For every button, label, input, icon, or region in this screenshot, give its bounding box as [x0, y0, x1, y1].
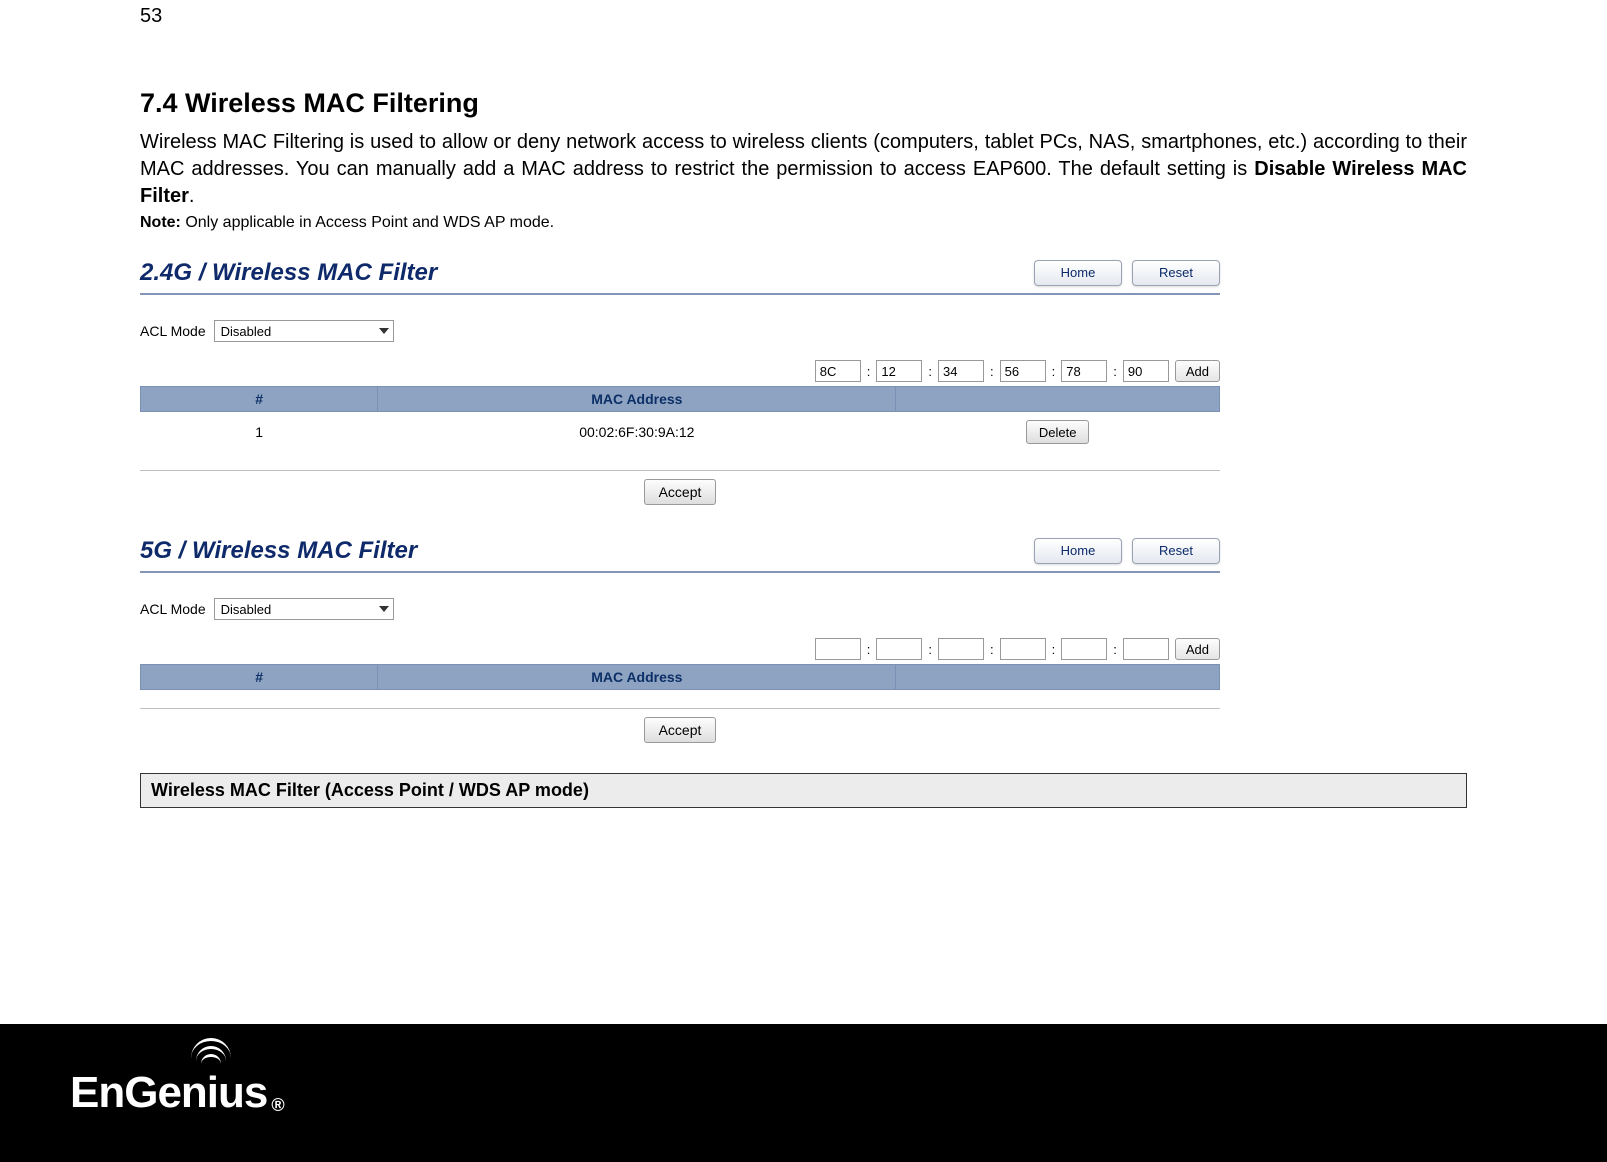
- footer-bar: EnGen i us®: [0, 1024, 1607, 1162]
- table-header-row: # MAC Address: [141, 665, 1220, 690]
- mac-octet-1[interactable]: [815, 638, 861, 660]
- panel-24g: 2.4G / Wireless MAC Filter Home Reset AC…: [140, 257, 1220, 505]
- row-mac: 00:02:6F:30:9A:12: [378, 412, 896, 453]
- table-header-row: # MAC Address: [141, 387, 1220, 412]
- accept-row-5g: Accept: [140, 717, 1220, 743]
- registered-icon: ®: [271, 1095, 283, 1116]
- mac-sep: :: [1052, 642, 1056, 657]
- panel-5g: 5G / Wireless MAC Filter Home Reset ACL …: [140, 535, 1220, 743]
- note-label: Note:: [140, 214, 181, 231]
- mac-octet-1[interactable]: [815, 360, 861, 382]
- body-post: .: [189, 185, 195, 207]
- mac-table-5g: # MAC Address: [140, 664, 1220, 690]
- body-paragraph: Wireless MAC Filtering is used to allow …: [140, 129, 1467, 210]
- mac-input-row-5g: : : : : : Add: [140, 638, 1220, 660]
- page: 53 7.4 Wireless MAC Filtering Wireless M…: [0, 0, 1607, 1162]
- th-mac: MAC Address: [378, 387, 896, 412]
- mac-sep: :: [867, 364, 871, 379]
- mac-octet-5[interactable]: [1061, 360, 1107, 382]
- acl-row-5g: ACL Mode Disabled: [140, 598, 1220, 620]
- divider: [140, 470, 1220, 471]
- divider: [140, 708, 1220, 709]
- panel-title-24g: 2.4G / Wireless MAC Filter: [140, 259, 437, 287]
- note-body: Only applicable in Access Point and WDS …: [181, 214, 554, 231]
- note: Note: Only applicable in Access Point an…: [140, 214, 1467, 232]
- engenius-logo: EnGen i us®: [70, 1068, 280, 1118]
- mac-table-24g: # MAC Address 1 00:02:6F:30:9A:12 Delete: [140, 386, 1220, 452]
- acl-mode-label: ACL Mode: [140, 323, 206, 339]
- accept-row-24g: Accept: [140, 479, 1220, 505]
- page-number: 53: [140, 5, 1467, 28]
- home-button[interactable]: Home: [1034, 538, 1122, 564]
- mac-sep: :: [990, 364, 994, 379]
- accept-button[interactable]: Accept: [644, 717, 717, 743]
- mac-sep: :: [867, 642, 871, 657]
- mac-sep: :: [928, 642, 932, 657]
- acl-mode-label: ACL Mode: [140, 601, 206, 617]
- chevron-down-icon: [379, 328, 389, 334]
- th-action: [896, 387, 1220, 412]
- th-action: [896, 665, 1220, 690]
- th-number: #: [141, 387, 378, 412]
- acl-mode-select[interactable]: Disabled: [214, 320, 394, 342]
- mac-octet-3[interactable]: [938, 360, 984, 382]
- mac-octet-6[interactable]: [1123, 638, 1169, 660]
- row-number: 1: [141, 412, 378, 453]
- panel-buttons-24g: Home Reset: [1034, 260, 1220, 286]
- acl-mode-select[interactable]: Disabled: [214, 598, 394, 620]
- panel-buttons-5g: Home Reset: [1034, 538, 1220, 564]
- panel-header-24g: 2.4G / Wireless MAC Filter Home Reset: [140, 257, 1220, 295]
- accept-button[interactable]: Accept: [644, 479, 717, 505]
- th-number: #: [141, 665, 378, 690]
- mac-input-row-24g: : : : : : Add: [140, 360, 1220, 382]
- mac-octet-4[interactable]: [1000, 638, 1046, 660]
- add-button[interactable]: Add: [1175, 638, 1220, 660]
- mac-octet-5[interactable]: [1061, 638, 1107, 660]
- logo-text-post: us: [218, 1068, 267, 1118]
- add-button[interactable]: Add: [1175, 360, 1220, 382]
- reset-button[interactable]: Reset: [1132, 538, 1220, 564]
- mac-sep: :: [1113, 364, 1117, 379]
- row-action: Delete: [896, 412, 1220, 453]
- mac-sep: :: [990, 642, 994, 657]
- reset-button[interactable]: Reset: [1132, 260, 1220, 286]
- panel-header-5g: 5G / Wireless MAC Filter Home Reset: [140, 535, 1220, 573]
- mac-sep: :: [928, 364, 932, 379]
- acl-mode-value: Disabled: [221, 324, 272, 339]
- acl-row-24g: ACL Mode Disabled: [140, 320, 1220, 342]
- th-mac: MAC Address: [378, 665, 896, 690]
- mac-octet-2[interactable]: [876, 360, 922, 382]
- acl-mode-value: Disabled: [221, 602, 272, 617]
- home-button[interactable]: Home: [1034, 260, 1122, 286]
- mac-octet-4[interactable]: [1000, 360, 1046, 382]
- logo-text-i: i: [207, 1068, 218, 1117]
- logo-text-pre: EnGen: [70, 1068, 207, 1118]
- mac-octet-2[interactable]: [876, 638, 922, 660]
- mac-sep: :: [1113, 642, 1117, 657]
- content-area: 53 7.4 Wireless MAC Filtering Wireless M…: [0, 0, 1607, 808]
- mac-octet-3[interactable]: [938, 638, 984, 660]
- section-heading: 7.4 Wireless MAC Filtering: [140, 88, 1467, 119]
- chevron-down-icon: [379, 606, 389, 612]
- panel-title-5g: 5G / Wireless MAC Filter: [140, 537, 417, 565]
- table-row: 1 00:02:6F:30:9A:12 Delete: [141, 412, 1220, 453]
- delete-button[interactable]: Delete: [1026, 420, 1090, 444]
- mac-sep: :: [1052, 364, 1056, 379]
- mac-octet-6[interactable]: [1123, 360, 1169, 382]
- logo-i-with-wifi: i: [207, 1068, 218, 1118]
- caption-box: Wireless MAC Filter (Access Point / WDS …: [140, 773, 1467, 808]
